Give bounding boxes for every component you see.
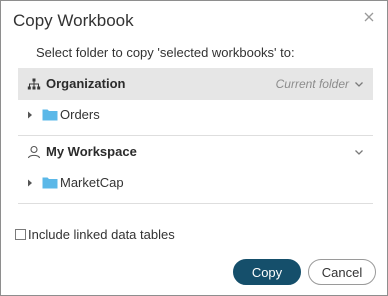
close-icon[interactable] [361,9,377,25]
cancel-button[interactable]: Cancel [308,259,376,285]
dialog-subtitle: Select folder to copy 'selected workbook… [36,45,295,60]
copy-button[interactable]: Copy [233,259,301,285]
folder-tree: Organization Current folder Orders My Wo… [18,68,373,204]
folder-row-marketcap[interactable]: MarketCap [18,168,373,198]
folder-label: MarketCap [60,175,124,190]
include-linked-label: Include linked data tables [28,226,175,242]
folder-label: Orders [60,107,100,122]
include-linked-checkbox[interactable] [15,228,26,240]
folder-row-orders[interactable]: Orders [18,100,373,130]
organization-icon [27,77,41,91]
dialog-title: Copy Workbook [13,11,134,30]
caret-right-icon[interactable] [27,111,33,119]
chevron-down-icon[interactable] [354,147,364,157]
copy-workbook-dialog: Copy Workbook Select folder to copy 'sel… [0,0,388,296]
include-linked-option[interactable]: Include linked data tables [15,226,175,242]
caret-right-icon[interactable] [27,179,33,187]
section-label-organization: Organization [46,76,126,91]
user-icon [27,145,41,159]
section-organization[interactable]: Organization Current folder [18,68,373,100]
section-my-workspace[interactable]: My Workspace [18,136,373,168]
divider [18,203,373,204]
chevron-down-icon[interactable] [354,79,364,89]
folder-icon [42,176,58,189]
folder-icon [42,108,58,121]
current-folder-label: Current folder [275,77,349,91]
section-label-my-workspace: My Workspace [46,144,137,159]
